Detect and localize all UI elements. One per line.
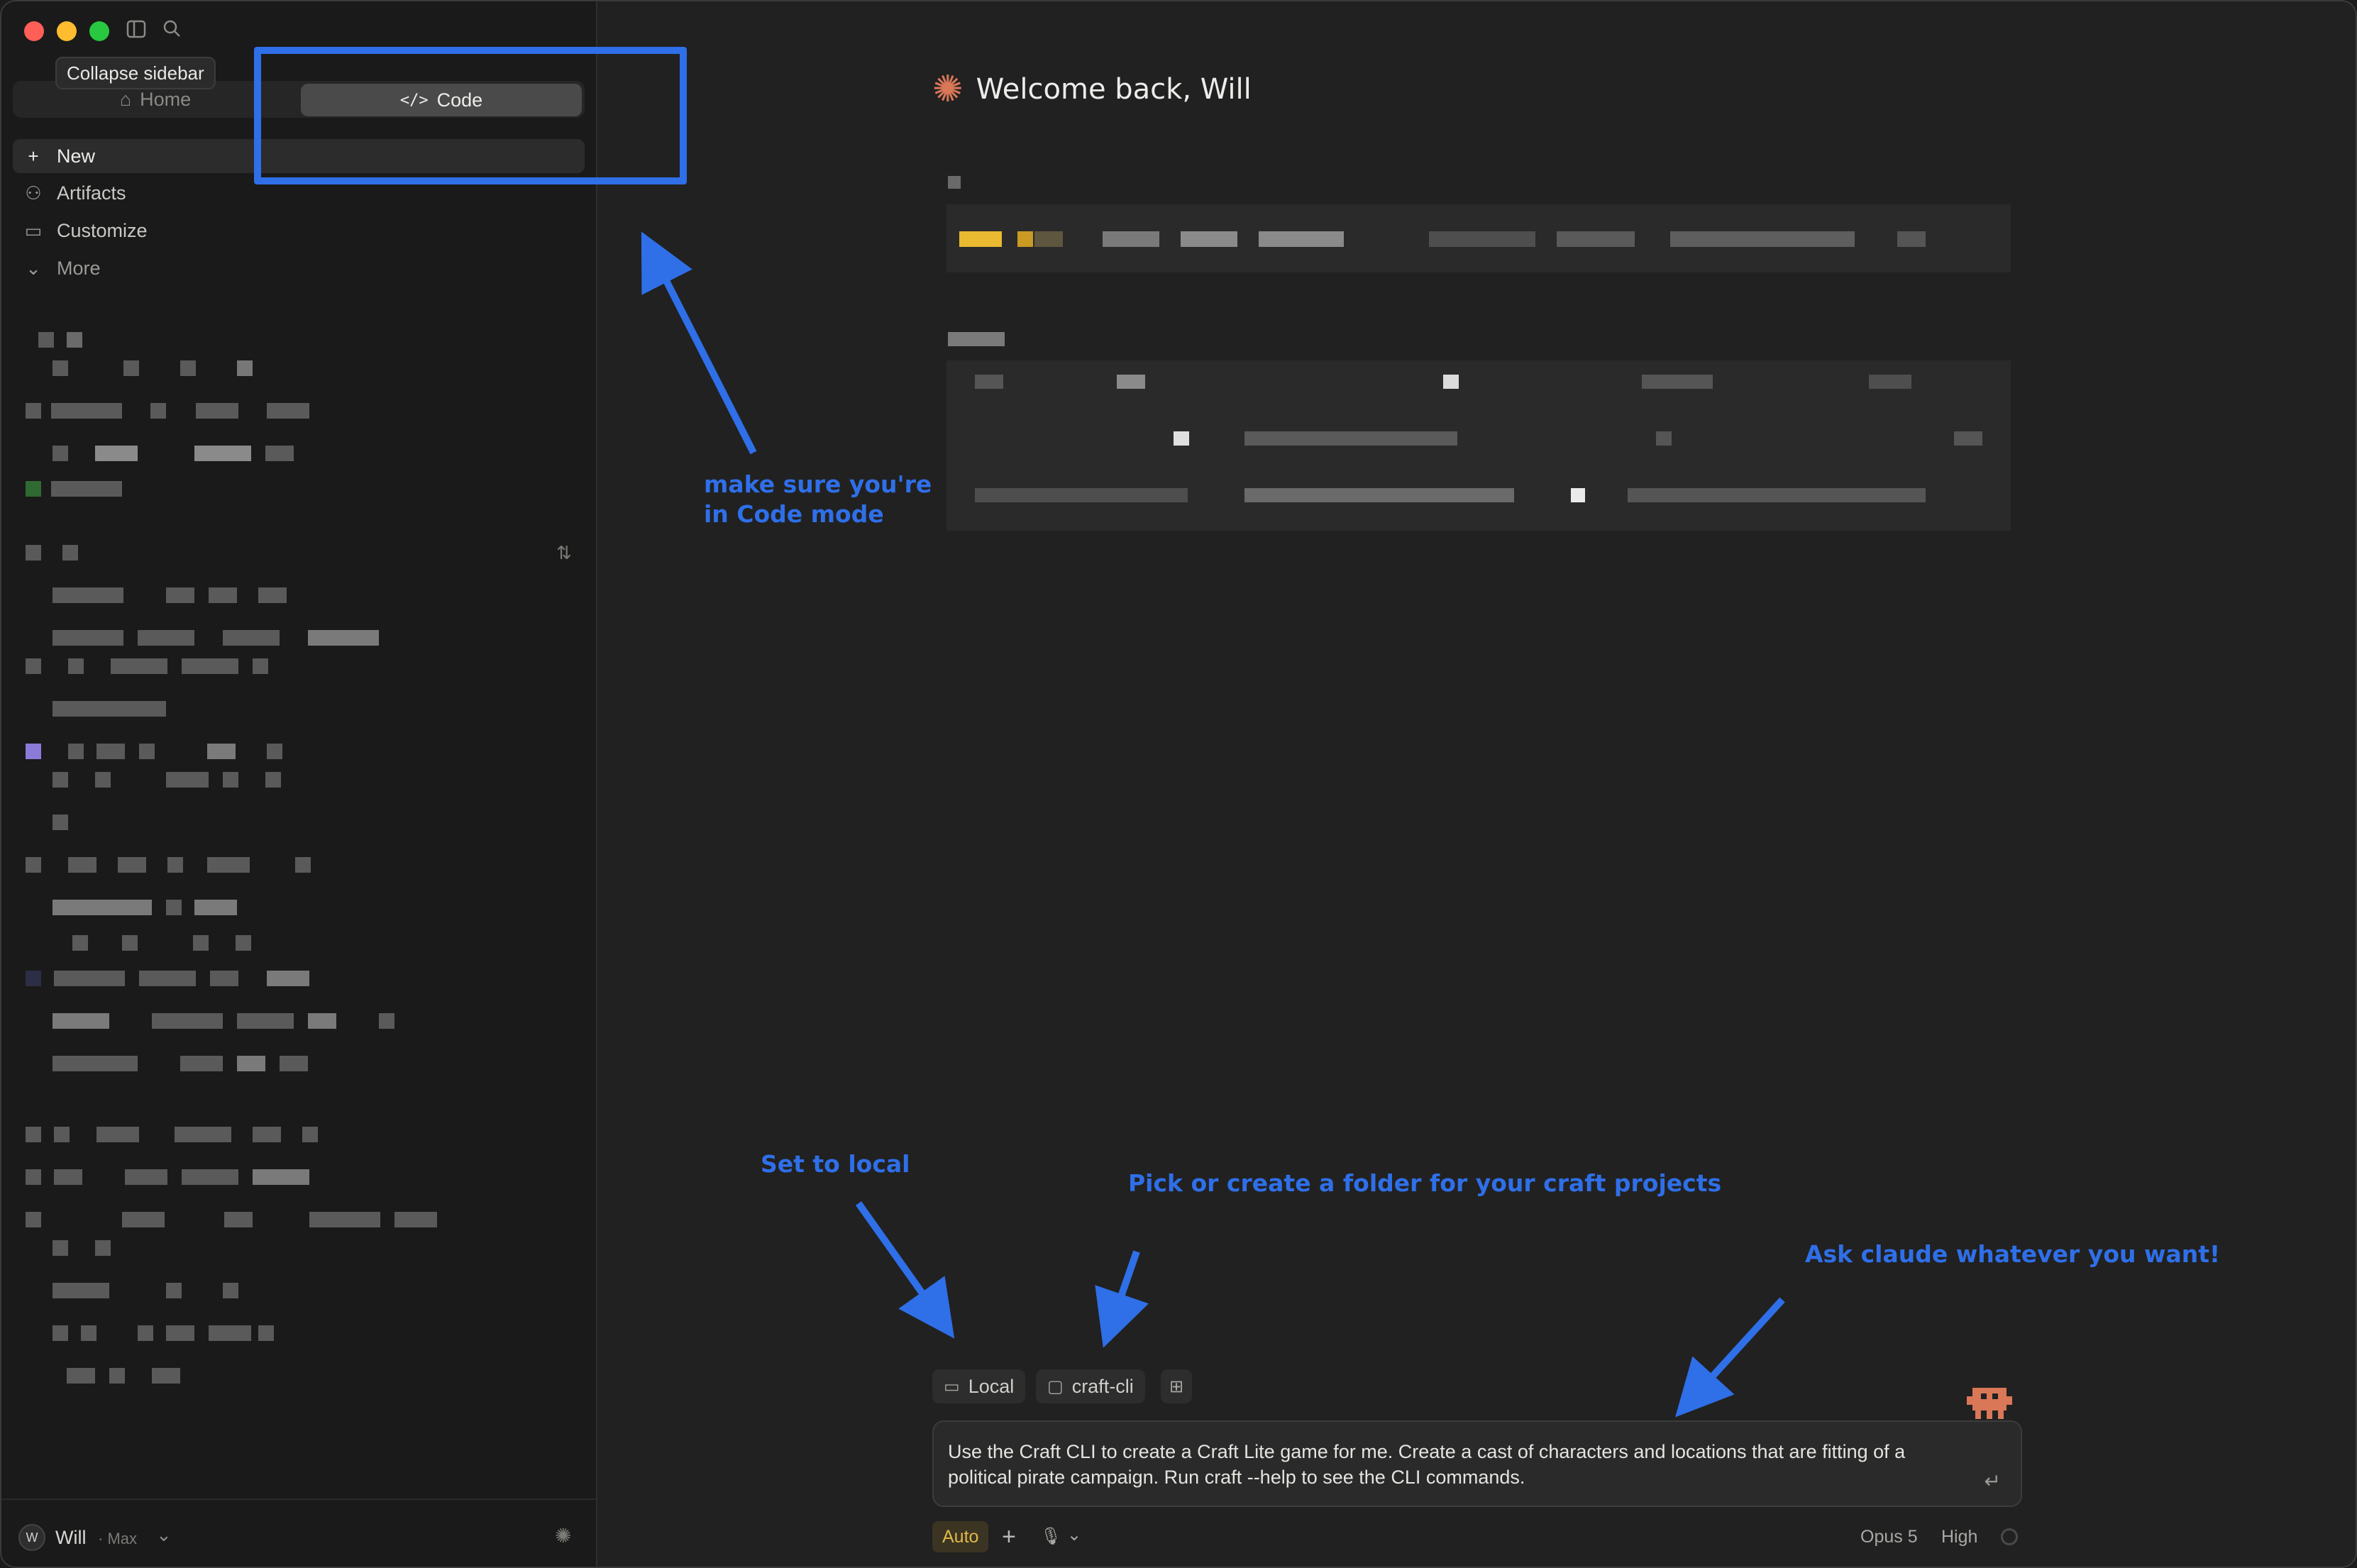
annotation-arrows: [641, 231, 1785, 1418]
effort-label: High: [1941, 1526, 1978, 1547]
prompt-input[interactable]: Use the Craft CLI to create a Craft Lite…: [948, 1439, 1970, 1490]
laptop-icon: ▭: [944, 1376, 960, 1396]
environment-label: Local: [968, 1375, 1015, 1397]
arrow-to-folder: [1095, 1250, 1149, 1348]
effort-selector[interactable]: High: [1941, 1521, 1977, 1552]
folder-icon: ▢: [1047, 1376, 1064, 1396]
prompt-composer[interactable]: Use the Craft CLI to create a Craft Lite…: [932, 1420, 2022, 1507]
microphone-icon[interactable]: 🎙: [1040, 1521, 1061, 1552]
model-label: Opus 5: [1860, 1526, 1918, 1547]
chevron-down-icon[interactable]: ⌄: [1067, 1520, 1081, 1551]
add-folder-button[interactable]: ⊞: [1161, 1369, 1193, 1403]
folder-chip[interactable]: ▢ craft-cli: [1036, 1369, 1145, 1403]
context-usage-icon: [2001, 1528, 2018, 1545]
arrow-to-composer: [1675, 1297, 1785, 1418]
claude-mascot-icon: [1967, 1388, 2012, 1419]
folder-label: craft-cli: [1071, 1375, 1134, 1397]
arrow-to-local: [855, 1201, 955, 1339]
auto-mode-badge[interactable]: Auto: [932, 1521, 989, 1552]
enter-icon[interactable]: ↵: [1985, 1469, 2001, 1493]
arrow-to-code-mode: [641, 231, 757, 455]
plus-icon[interactable]: +: [1002, 1521, 1016, 1552]
model-selector[interactable]: Opus 5: [1860, 1521, 1918, 1552]
app-window: ⌂ Home </> Code Collapse sidebar + New ⚇…: [0, 0, 2357, 1568]
environment-local-chip[interactable]: ▭ Local: [932, 1369, 1026, 1403]
folder-plus-icon: ⊞: [1169, 1376, 1184, 1396]
